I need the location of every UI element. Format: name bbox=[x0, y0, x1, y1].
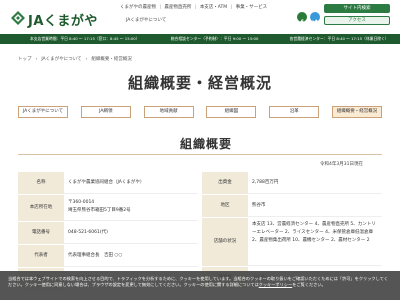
table-row: 出資金 2,788百万円 bbox=[202, 172, 382, 194]
business-hours-bar: 本支店営業時間：平日 8:40 ～ 17:15（窓口：8:45 ～ 15:00）… bbox=[0, 34, 400, 44]
nav-item-branches-atm[interactable]: 本支店・ATM bbox=[200, 5, 227, 10]
access-label: アクセス bbox=[348, 18, 366, 23]
hours-branches: 本支店営業時間：平日 8:40 ～ 17:15（窓口：8:45 ～ 15:00） bbox=[30, 36, 140, 41]
row-value: 本支店 13、営農経済センター 4、農産物直売所 5、カントリーエレベーター 2… bbox=[248, 218, 382, 266]
ja-logo-icon[interactable] bbox=[10, 10, 26, 26]
table-row: 代表者 代表理事組合長 吉田 ○○ bbox=[18, 245, 198, 267]
logo-text[interactable]: JAくまがや bbox=[28, 10, 98, 29]
breadcrumb-current: 組織概要・経営概況 bbox=[91, 57, 132, 62]
row-label: 名称 bbox=[18, 172, 64, 194]
nav-item-produce[interactable]: くまがやの農産物 bbox=[120, 5, 156, 10]
site-search-button[interactable]: サイト内検索 bbox=[324, 4, 390, 13]
tab-about[interactable]: JAくまがやについて bbox=[18, 106, 68, 118]
tab-community[interactable]: 地域貢献 bbox=[143, 106, 194, 118]
tab-principles[interactable]: JA綱領 bbox=[80, 106, 131, 118]
tab-history[interactable]: 沿革 bbox=[269, 106, 320, 118]
row-value: 代表理事組合長 吉田 ○○ bbox=[64, 245, 198, 267]
page-title: 組織概要・経営概況 bbox=[127, 74, 272, 92]
cookie-policy-link[interactable]: クッキーポリシー bbox=[259, 282, 293, 287]
sub-navigation-tabs: JAくまがやについて JA綱領 地域貢献 組織図 沿革 組織概要・経営概況 bbox=[18, 106, 382, 118]
as-of-date: 令和4年3月31日現在 bbox=[320, 162, 363, 167]
breadcrumb-about[interactable]: JAくまがやについて bbox=[41, 57, 81, 62]
row-value: 熊谷市 bbox=[248, 195, 382, 217]
svg-text:f: f bbox=[300, 19, 304, 27]
cookie-notice: 当組合では本ウェブサイトでの検索を向上させる目的で、トラフィックを分析するために… bbox=[8, 276, 392, 288]
breadcrumb: トップ › JAくまがやについて › 組織概要・経営概況 bbox=[18, 57, 132, 62]
nav-item-about[interactable]: JAくまがやについて bbox=[126, 17, 166, 23]
table-row: 地区 熊谷市 bbox=[202, 195, 382, 217]
tab-overview[interactable]: 組織概要・経営概況 bbox=[331, 106, 382, 118]
nav-item-services[interactable]: 事業・サービス bbox=[236, 5, 268, 10]
row-value: 2,788百万円 bbox=[248, 172, 382, 194]
section-divider bbox=[18, 154, 382, 155]
access-button[interactable]: アクセス bbox=[324, 16, 390, 25]
row-value: 〒360-0014 埼玉県熊谷市箱田5丁目9番2号 bbox=[64, 195, 198, 221]
row-value: 048-521-6061(代) bbox=[64, 222, 198, 244]
search-label: サイト内検索 bbox=[343, 6, 371, 11]
table-row: 本店所在地 〒360-0014 埼玉県熊谷市箱田5丁目9番2号 bbox=[18, 195, 198, 221]
cookie-tail: をご覧ください。 bbox=[292, 282, 326, 287]
row-label: 出資金 bbox=[202, 172, 248, 194]
row-label: 地区 bbox=[202, 195, 248, 217]
row-label: 本店所在地 bbox=[18, 195, 64, 221]
nav-item-direct-sales[interactable]: 農産物直売所 bbox=[164, 5, 191, 10]
top-navigation: くまがやの農産物 | 農産物直売所 | 本支店・ATM | 事業・サービス bbox=[120, 5, 268, 10]
tab-org-chart[interactable]: 組織図 bbox=[206, 106, 257, 118]
table-row: 店舗の状況 本支店 13、営農経済センター 4、農産物直売所 5、カントリーエレ… bbox=[202, 218, 382, 266]
row-label: 電話番号 bbox=[18, 222, 64, 244]
hours-consultation: 総合相談センター（予約制）：平日 9:00 ～ 15:00 bbox=[170, 36, 259, 41]
facebook-icon[interactable]: f bbox=[297, 12, 307, 27]
cookie-text: 当組合では本ウェブサイトでの検索を向上させる目的で、トラフィックを分析するために… bbox=[8, 276, 388, 287]
table-row: 名称 くまがや農業協同組合（JAくまがや） bbox=[18, 172, 198, 194]
row-label: 店舗の状況 bbox=[202, 218, 248, 266]
row-value: くまがや農業協同組合（JAくまがや） bbox=[64, 172, 198, 194]
hours-agri-center: 各営農経済センター：平日 8:40 ～ 17:15（休業日除く） bbox=[289, 36, 389, 41]
table-row: 電話番号 048-521-6061(代) bbox=[18, 222, 198, 244]
row-label: 代表者 bbox=[18, 245, 64, 267]
section-title: 組織概要 bbox=[180, 137, 233, 151]
breadcrumb-top[interactable]: トップ bbox=[18, 57, 32, 62]
twitter-icon[interactable] bbox=[310, 12, 320, 25]
